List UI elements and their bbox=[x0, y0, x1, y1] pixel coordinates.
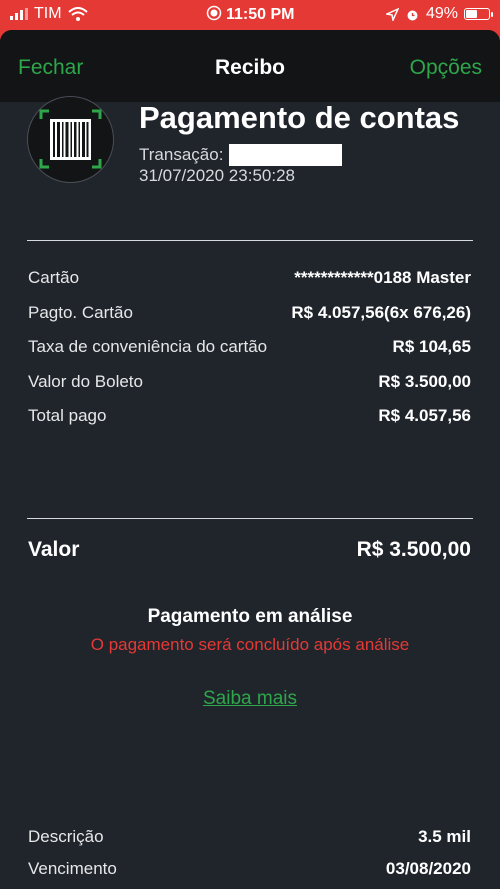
detail-row-description: Descrição 3.5 mil bbox=[28, 821, 471, 853]
transaction-datetime: 31/07/2020 23:50:28 bbox=[139, 166, 295, 185]
learn-more-link: Saiba mais bbox=[0, 688, 500, 710]
total-row: Valor R$ 3.500,00 bbox=[28, 538, 471, 562]
detail-value: 03/08/2020 bbox=[385, 859, 471, 878]
detail-label: Vencimento bbox=[28, 859, 117, 878]
barcode-icon-badge bbox=[27, 96, 114, 183]
detail-row-bill-value: Valor do Boleto R$ 3.500,00 bbox=[28, 365, 471, 400]
status-right: 49% bbox=[385, 5, 493, 23]
learn-more-link-text[interactable]: Saiba mais bbox=[203, 688, 297, 709]
detail-label: Descrição bbox=[28, 827, 104, 846]
detail-label: Valor do Boleto bbox=[28, 371, 143, 391]
status-title: Pagamento em análise bbox=[147, 606, 353, 627]
location-icon bbox=[385, 7, 399, 21]
transaction-id-redacted bbox=[229, 144, 343, 166]
status-time: 11:50 PM bbox=[225, 6, 295, 23]
detail-label: Pagto. Cartão bbox=[28, 302, 133, 322]
detail-label: Total pago bbox=[28, 406, 107, 426]
detail-label: Taxa de conveniência do cartão bbox=[28, 337, 268, 357]
detail-row-card: Cartão ************0188 Master bbox=[28, 261, 471, 296]
receipt-title: Pagamento de contas bbox=[139, 100, 460, 135]
status-subtitle: O pagamento será concluído após análise bbox=[90, 635, 410, 654]
divider-total bbox=[27, 518, 473, 519]
detail-value: ************0188 Master bbox=[294, 268, 471, 288]
transaction-line: Transação: bbox=[139, 144, 343, 166]
detail-row-total-paid: Total pago R$ 4.057,56 bbox=[28, 399, 471, 434]
battery-icon bbox=[464, 8, 493, 20]
detail-row-fee: Taxa de conveniência do cartão R$ 104,65 bbox=[28, 330, 471, 365]
record-icon bbox=[206, 5, 221, 21]
barcode-icon bbox=[39, 109, 102, 169]
detail-value: R$ 4.057,56 bbox=[378, 406, 471, 426]
detail-value: R$ 3.500,00 bbox=[378, 371, 471, 391]
details-list: Cartão ************0188 Master Pagto. Ca… bbox=[28, 261, 471, 434]
navbar: Fechar Recibo Opções bbox=[0, 30, 500, 102]
total-label: Valor bbox=[28, 538, 80, 561]
detail-row-card-payment: Pagto. Cartão R$ 4.057,56(6x 676,26) bbox=[28, 296, 471, 331]
transaction-label: Transação: bbox=[139, 145, 224, 164]
total-value: R$ 3.500,00 bbox=[356, 538, 471, 561]
status-bar: TIM 11:50 PM 49% bbox=[0, 0, 500, 30]
detail-label: Cartão bbox=[28, 268, 80, 288]
extra-details-list: Descrição 3.5 mil Vencimento 03/08/2020 bbox=[28, 821, 471, 885]
options-button[interactable]: Opções bbox=[410, 56, 482, 80]
detail-value: R$ 4.057,56(6x 676,26) bbox=[291, 302, 471, 322]
divider-top bbox=[27, 240, 473, 241]
detail-row-due-date: Vencimento 03/08/2020 bbox=[28, 853, 471, 885]
detail-value: R$ 104,65 bbox=[392, 337, 471, 357]
detail-value: 3.5 mil bbox=[418, 827, 471, 846]
battery-percent: 49% bbox=[425, 5, 458, 22]
alarm-icon bbox=[407, 10, 418, 20]
